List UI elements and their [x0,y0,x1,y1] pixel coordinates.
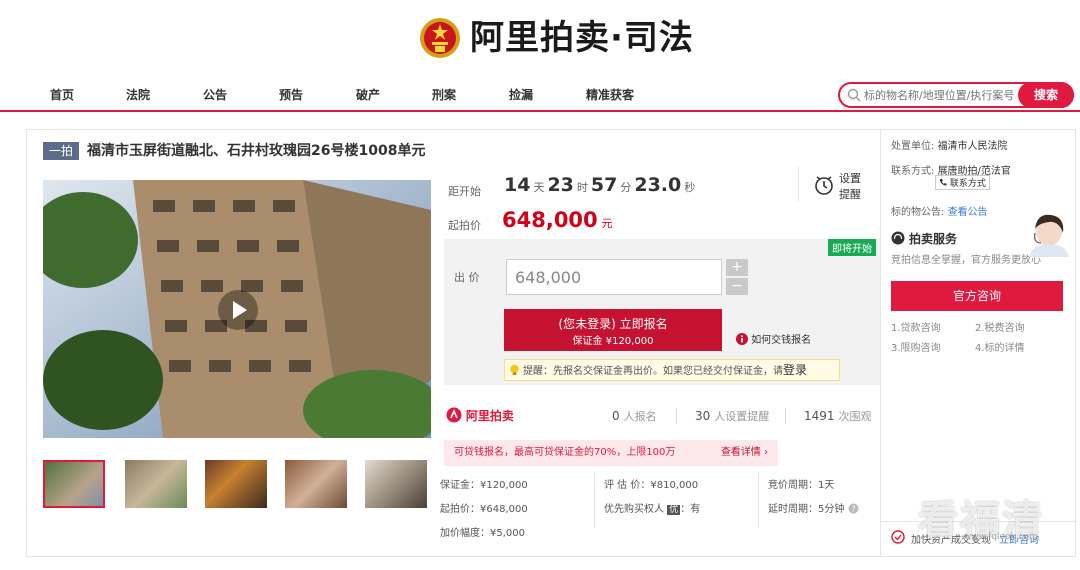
divider [785,408,786,424]
nav-item-home[interactable]: 首页 [50,86,74,103]
service-title: 拍卖服务 [909,232,958,246]
bid-amount-input[interactable] [506,259,722,295]
login-link[interactable]: 登录 [783,363,807,377]
start-price-value: 648,000 [502,208,598,232]
bid-label: 出 价 [454,271,480,284]
divider [676,408,677,424]
stats-row: 阿里拍卖 0 人报名 30 人设置提醒 1491 次围观 [444,402,880,430]
alarm-clock-icon [815,176,833,195]
signup-deposit-label: 保证金 ¥120,000 [572,336,654,347]
faq-loan[interactable]: 1.贷款咨询 [891,319,941,334]
loan-text: 可贷钱报名，最高可贷保证金的70%，上限100万 [454,447,676,458]
loan-banner: 可贷钱报名，最高可贷保证金的70%，上限100万 查看详情 › [444,440,778,466]
countdown-seconds: 23.0 [634,174,682,196]
contact-button[interactable]: 联系方式 [935,175,990,190]
reminder-label-2: 提醒 [839,188,861,201]
countdown-timer: 14 天 23 时 57 分 23.0 秒 [504,174,696,196]
bid-increase-button[interactable]: + [726,259,748,276]
nav-item-bankruptcy[interactable]: 破产 [356,86,380,103]
site-logo-text[interactable]: 阿里拍卖·司法 [470,16,694,60]
help-icon[interactable]: ? [848,503,859,514]
main-nav: 首页 法院 公告 预告 破产 刑案 捡漏 精准获客 搜索 [0,82,1080,112]
thumbnail-4[interactable] [285,460,347,508]
signup-button[interactable]: (您未登录) 立即报名 保证金 ¥120,000 [504,309,722,351]
customer-service-avatar [1029,214,1069,257]
stat-signups: 0 人报名 [612,409,657,423]
search-input[interactable] [864,86,1014,104]
set-reminder-button[interactable]: 设置 提醒 [798,166,868,202]
countdown-minutes: 57 [590,174,618,196]
ali-auction-logo: 阿里拍卖 [446,407,514,424]
info-increment: 加价幅度：¥5,000 [440,528,525,539]
start-price-unit: 元 [601,217,613,230]
info-appraisal: 评 估 价：¥810,000 [604,480,699,491]
start-price-label: 起拍价 [448,219,481,232]
how-to-pay-link[interactable]: 如何交钱报名 [736,331,811,346]
watermark-url: www.fqlook.com [964,532,1038,542]
divider [594,472,595,528]
nav-item-preview[interactable]: 预告 [279,86,303,103]
faq-item-details[interactable]: 4.标的详情 [975,339,1025,354]
nav-item-criminal[interactable]: 刑案 [432,86,456,103]
info-bid-period: 竞价周期：1天 [768,480,835,491]
thumbnail-3[interactable] [205,460,267,508]
court-row: 处置单位: 福清市人民法院 [891,141,1008,152]
bid-stepper: + − [726,259,748,295]
info-start-price: 起拍价：¥648,000 [440,504,528,515]
headset-icon [891,231,905,245]
nav-item-precise[interactable]: 精准获客 [586,86,634,103]
court-name[interactable]: 福清市人民法院 [938,141,1008,152]
official-consult-button[interactable]: 官方咨询 [891,281,1063,311]
header: 阿里拍卖·司法 [0,0,1080,76]
listing-title: 福清市玉屏街道融北、石井村玫瑰园26号楼1008单元 [87,143,426,159]
search-icon [847,88,861,102]
nav-item-notice[interactable]: 公告 [203,86,227,103]
service-banner: 拍卖服务 竞拍信息全掌握，官方服务更放心 [891,214,1069,273]
info-delay-period: 延时周期：5分钟 ? [768,500,859,515]
countdown-hours: 23 [547,174,574,196]
thumbnail-5[interactable] [365,460,427,508]
main-photo[interactable] [43,180,431,438]
status-badge: 即将开始 [828,239,876,256]
thumbnail-1[interactable] [43,460,105,508]
auction-info-grid: 保证金：¥120,000 起拍价：¥648,000 加价幅度：¥5,000 评 … [440,472,880,552]
info-deposit: 保证金：¥120,000 [440,480,528,491]
faq-tax[interactable]: 2.税费咨询 [975,319,1025,334]
view-notice-link[interactable]: 查看公告 [948,207,988,218]
court-emblem-icon [420,18,460,58]
lightbulb-icon [510,364,519,375]
nav-item-bargain[interactable]: 捡漏 [509,86,533,103]
notice-row: 标的物公告: 查看公告 [891,207,988,218]
tip-text: 提醒：先报名交保证金再出价。如果您已经交付保证金，请 [523,366,783,377]
countdown-days: 14 [504,174,531,196]
countdown-label: 距开始 [448,185,481,198]
thumbnail-2[interactable] [125,460,187,508]
search-button[interactable]: 搜索 [1018,82,1074,108]
search-box: 搜索 [838,82,1074,108]
divider [758,472,759,528]
stat-reminders: 30 人设置提醒 [695,409,770,423]
faq-purchase-limit[interactable]: 3.限购咨询 [891,339,941,354]
auction-round-tag: 一拍 [43,142,79,160]
bid-decrease-button[interactable]: − [726,278,748,295]
priority-chip: 优 [667,505,681,515]
ali-auction-icon [446,407,462,423]
nav-item-court[interactable]: 法院 [126,86,150,103]
reminder-label-1: 设置 [839,172,861,185]
info-icon [736,333,748,345]
phone-icon [940,179,947,186]
login-tip: 提醒：先报名交保证金再出价。如果您已经交付保证金，请登录 [504,359,840,381]
loan-details-link[interactable]: 查看详情 › [721,440,768,466]
video-play-button[interactable] [218,290,258,330]
play-icon [233,301,247,319]
svg-text:?: ? [851,505,855,514]
info-priority-buyer: 优先购买权人 优：有 [604,504,701,515]
photo-thumbnails [43,460,431,508]
signup-button-label: (您未登录) 立即报名 [558,317,668,331]
asset-icon [891,530,905,544]
stat-views: 1491 次围观 [804,409,872,423]
bid-panel: 即将开始 出 价 + − (您未登录) 立即报名 保证金 ¥120,000 如何… [444,239,880,385]
